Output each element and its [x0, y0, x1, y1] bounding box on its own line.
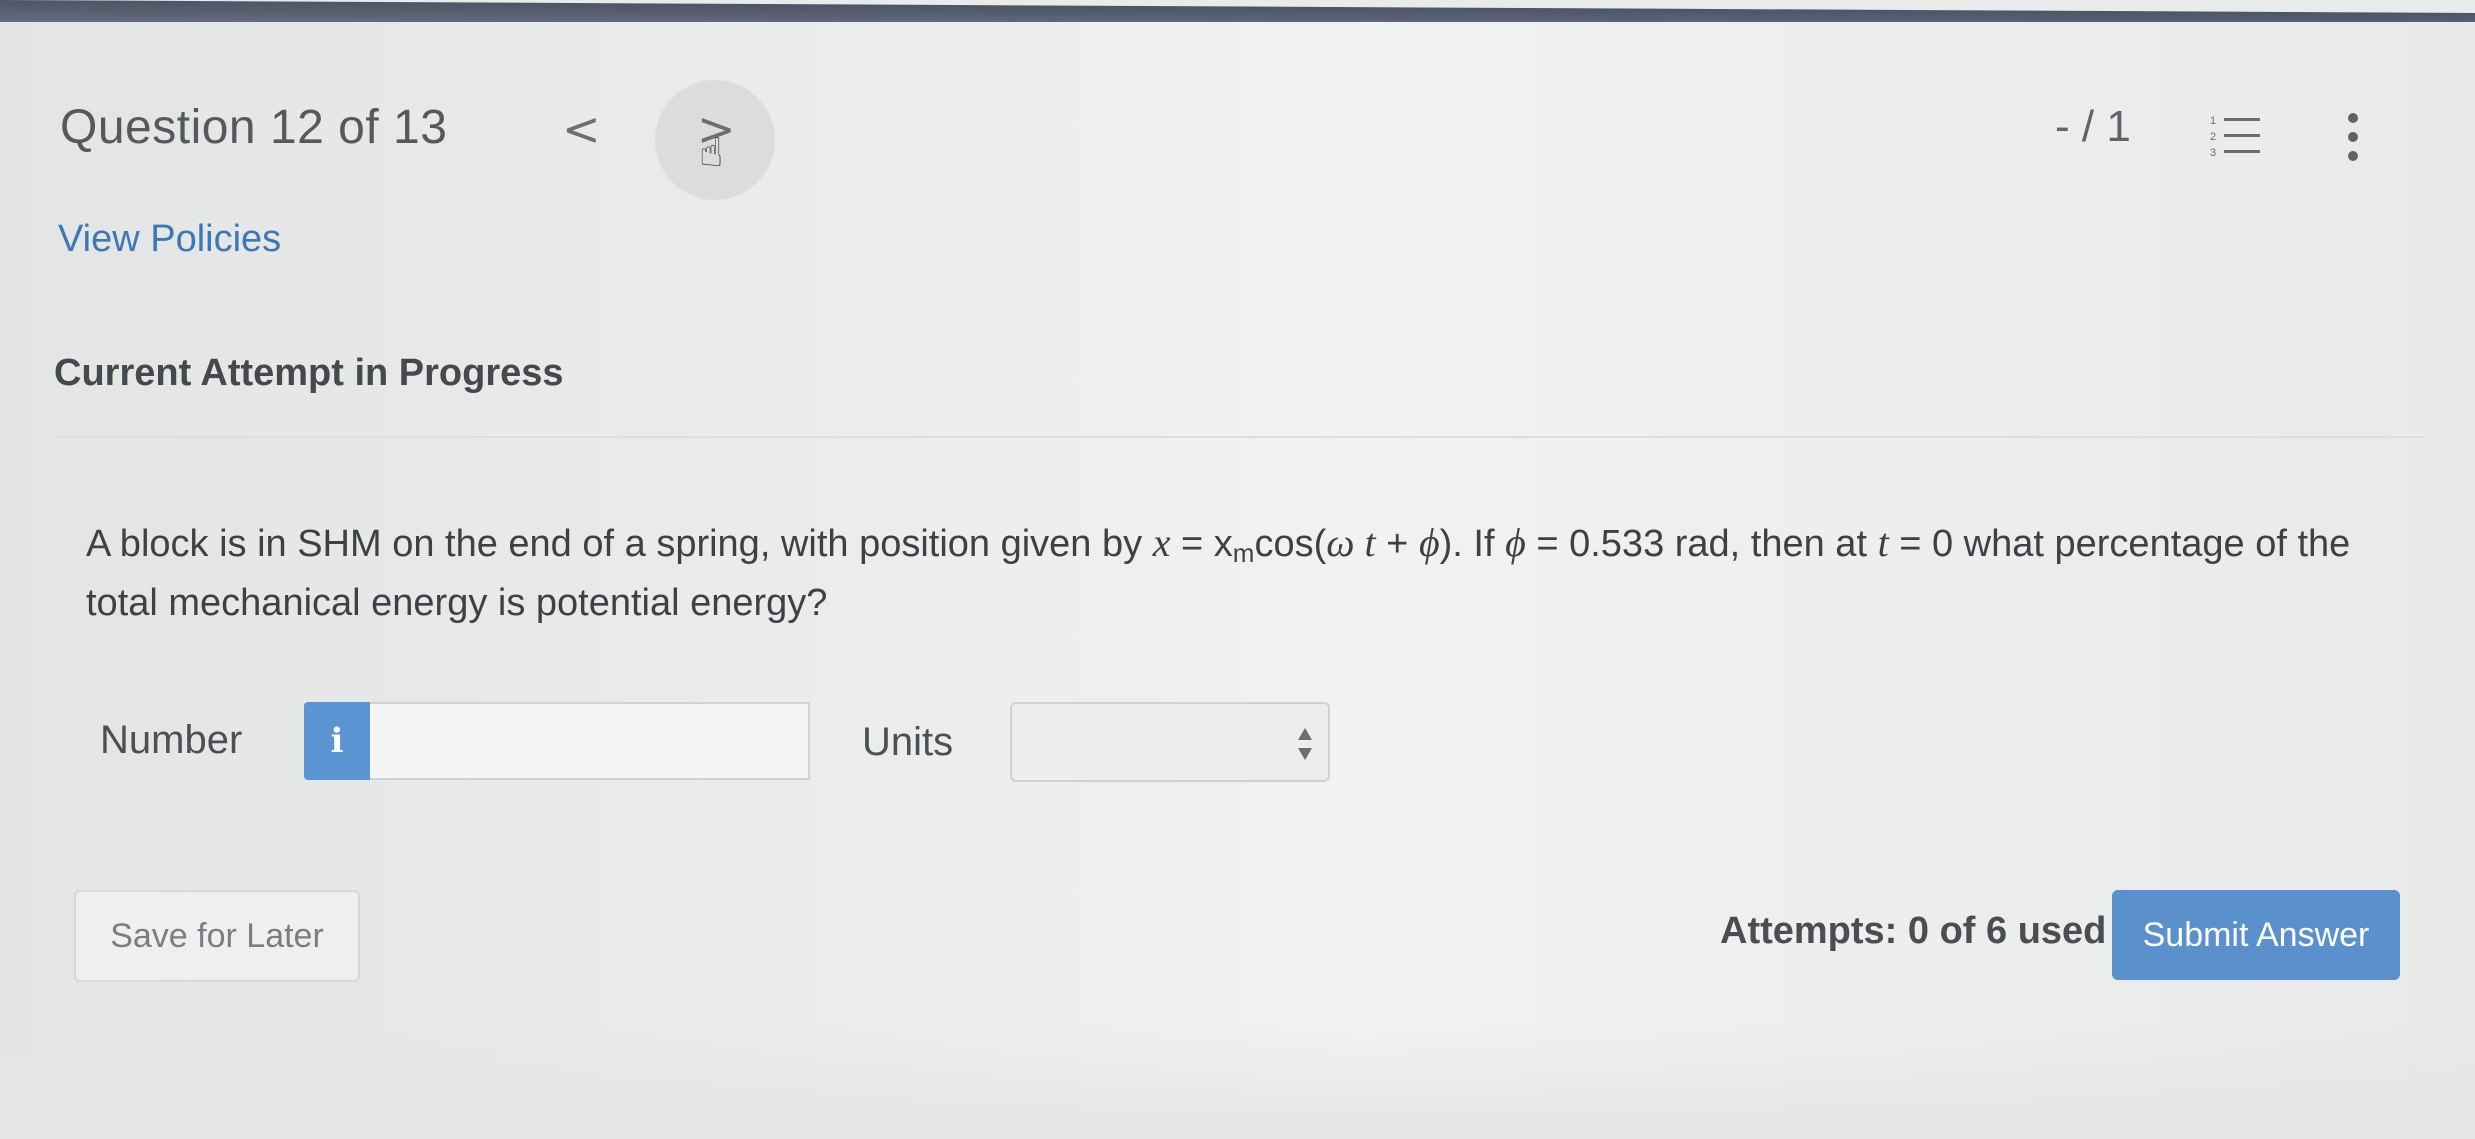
view-policies-link[interactable]: View Policies [58, 218, 281, 261]
score-display: - / 1 [2055, 102, 2131, 151]
question-counter: Question 12 of 13 [60, 101, 448, 154]
question-header: Question 12 of 13 < > ☝ - / 1 1 2 3 [0, 62, 2475, 200]
section-divider [54, 436, 2424, 438]
hand-pointer-icon: ☝ [699, 130, 724, 176]
units-label: Units [862, 720, 954, 764]
more-vertical-icon[interactable] [2340, 110, 2366, 164]
svg-text:3: 3 [2210, 147, 2216, 159]
attempt-status-heading: Current Attempt in Progress [54, 352, 564, 394]
bottom-shade [0, 1022, 2475, 1139]
number-label: Number [100, 718, 243, 762]
submit-answer-button[interactable]: Submit Answer [2112, 890, 2400, 980]
previous-question-button[interactable]: < [562, 102, 601, 156]
info-icon[interactable]: i [304, 702, 370, 780]
attempts-counter: Attempts: 0 of 6 used [1720, 910, 2107, 952]
svg-text:2: 2 [2210, 131, 2216, 143]
assignment-page: Question 12 of 13 < > ☝ - / 1 1 2 3 View… [0, 22, 2475, 1139]
svg-text:1: 1 [2210, 115, 2216, 127]
save-for-later-button[interactable]: Save for Later [74, 890, 360, 982]
number-input[interactable] [370, 702, 810, 780]
units-select[interactable] [1010, 702, 1330, 782]
question-text: A block is in SHM on the end of a spring… [86, 520, 2351, 624]
next-question-button[interactable]: > ☝ [655, 80, 775, 200]
select-arrows-icon [1298, 728, 1312, 760]
numbered-list-icon[interactable]: 1 2 3 [2210, 112, 2262, 160]
